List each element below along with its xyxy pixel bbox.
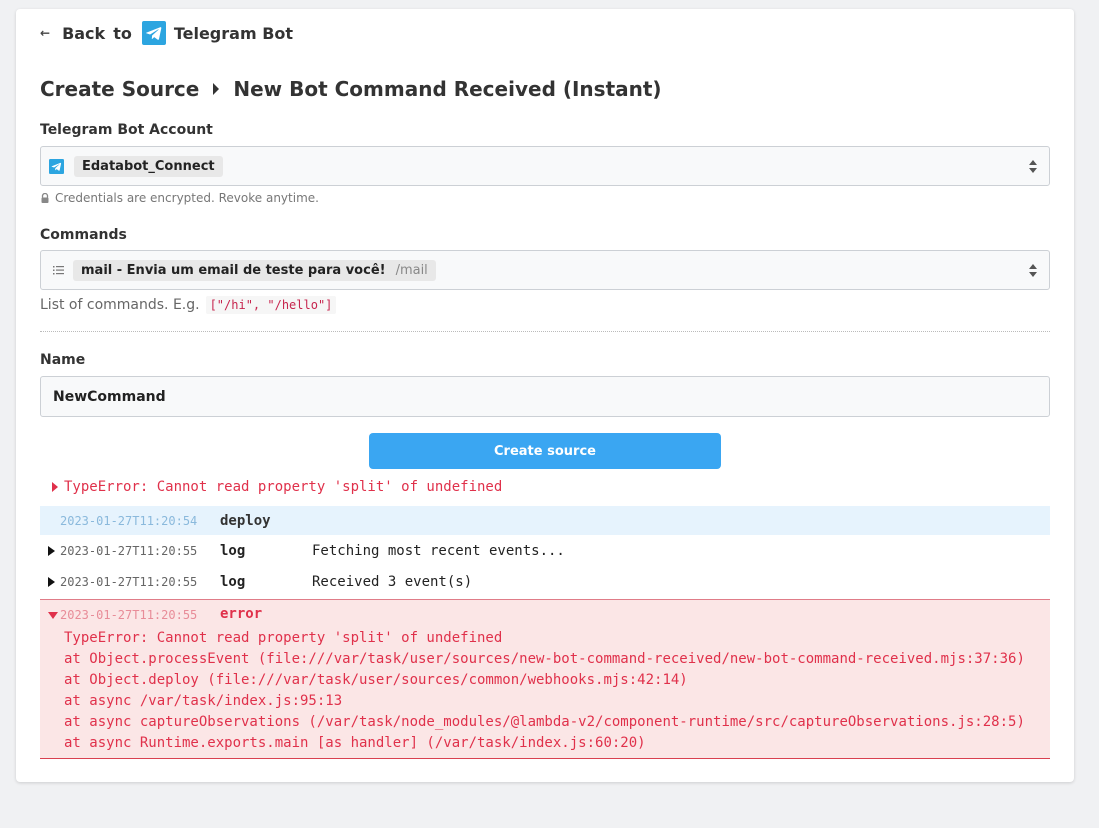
log-row-error[interactable]: 2023-01-27T11:20:55 error [40, 604, 1050, 626]
expand-triangle-icon [52, 482, 58, 492]
log-type: log [220, 573, 246, 590]
back-link[interactable]: ← Back to Telegram Bot [40, 21, 294, 45]
account-label: Telegram Bot Account [40, 122, 213, 138]
to-label: to [113, 23, 132, 43]
expand-triangle-icon[interactable] [48, 545, 55, 556]
log-timestamp: 2023-01-27T11:20:55 [60, 543, 198, 558]
title-trigger-name: New Bot Command Received (Instant) [233, 77, 662, 101]
log-type: log [220, 542, 246, 559]
log-timestamp: 2023-01-27T11:20:55 [60, 608, 198, 622]
telegram-logo-icon [141, 21, 166, 45]
account-tag: Edatabot_Connect [74, 155, 223, 177]
commands-hint-text: List of commands. E.g. [40, 297, 200, 313]
commands-label: Commands [40, 227, 127, 243]
page-title: Create Source New Bot Command Received (… [40, 77, 662, 101]
log-type: deploy [220, 512, 271, 529]
caret-right-icon [213, 83, 220, 95]
select-arrows-icon[interactable] [1029, 160, 1037, 174]
account-select[interactable]: Edatabot_Connect [40, 146, 1050, 186]
select-arrows-icon[interactable] [1029, 264, 1037, 278]
credentials-hint: Credentials are encrypted. Revoke anytim… [40, 191, 319, 205]
stack-trace: TypeError: Cannot read property 'split' … [64, 628, 1025, 754]
create-source-button[interactable]: Create source [369, 433, 721, 469]
log-row[interactable]: 2023-01-27T11:20:55 log Fetching most re… [40, 536, 1050, 565]
command-tag: mail - Envia um email de teste para você… [73, 259, 436, 281]
expand-triangle-icon[interactable] [48, 576, 55, 587]
telegram-icon [49, 158, 64, 174]
title-create-source: Create Source [40, 77, 200, 101]
name-input[interactable] [40, 376, 1050, 417]
back-label: Back [62, 23, 106, 43]
log-message: Received 3 event(s) [312, 573, 473, 590]
lock-icon [41, 193, 49, 203]
section-divider [40, 331, 1050, 332]
stack-line: TypeError: Cannot read property 'split' … [64, 630, 503, 646]
log-timestamp: 2023-01-27T11:20:55 [60, 574, 198, 589]
log-timestamp: 2023-01-27T11:20:54 [60, 513, 198, 528]
stack-line: at async Runtime.exports.main [as handle… [64, 735, 646, 751]
stack-line: at Object.deploy (file:///var/task/user/… [64, 672, 688, 688]
log-message: Fetching most recent events... [312, 542, 565, 559]
commands-hint-example: ["/hi", "/hello"] [205, 296, 337, 314]
log-row-deploy: 2023-01-27T11:20:54 deploy [40, 506, 1050, 535]
credentials-hint-text: Credentials are encrypted. Revoke anytim… [55, 191, 319, 205]
collapse-triangle-icon[interactable] [48, 612, 58, 619]
error-summary[interactable]: TypeError: Cannot read property 'split' … [52, 479, 502, 495]
commands-hint: List of commands. E.g. ["/hi", "/hello"] [40, 296, 337, 314]
command-tag-value: /mail [395, 262, 428, 278]
account-tag-label: Edatabot_Connect [82, 158, 215, 174]
stack-line: at async /var/task/index.js:95:13 [64, 693, 343, 709]
arrow-left-icon: ← [40, 26, 51, 40]
commands-select[interactable]: mail - Envia um email de teste para você… [40, 250, 1050, 290]
app-name: Telegram Bot [173, 23, 294, 43]
error-log-block: 2023-01-27T11:20:55 error TypeError: Can… [40, 599, 1050, 759]
form-card: ← Back to Telegram Bot Create Source New… [16, 9, 1074, 782]
list-icon [53, 266, 64, 275]
stack-line: at Object.processEvent (file:///var/task… [64, 651, 1025, 667]
log-type: error [220, 606, 263, 622]
stack-line: at async captureObservations (/var/task/… [64, 714, 1025, 730]
error-summary-text: TypeError: Cannot read property 'split' … [64, 479, 503, 495]
command-tag-label: mail - Envia um email de teste para você… [81, 262, 386, 278]
name-label: Name [40, 352, 86, 368]
log-row[interactable]: 2023-01-27T11:20:55 log Received 3 event… [40, 567, 1050, 596]
